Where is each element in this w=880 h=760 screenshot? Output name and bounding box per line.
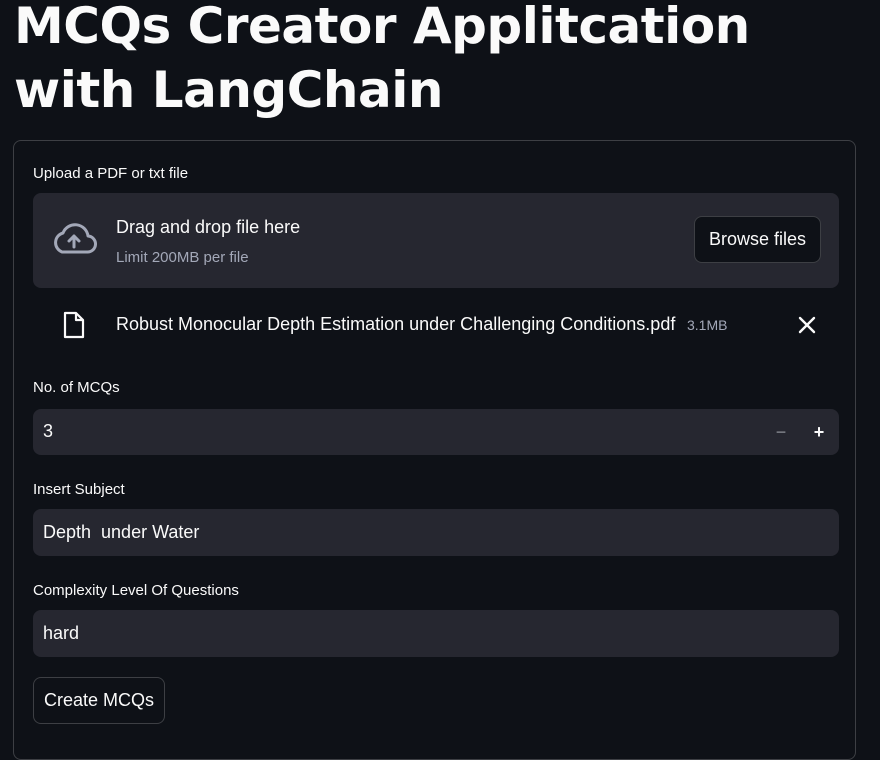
complexity-value[interactable]: hard: [43, 623, 79, 644]
page-title: MCQs Creator Applitcation with LangChain: [14, 0, 750, 119]
uploaded-file-row: Robust Monocular Depth Estimation under …: [33, 307, 839, 343]
increment-button[interactable]: +: [800, 409, 838, 455]
dropzone-instruction: Drag and drop file here: [116, 217, 301, 237]
dropzone-limit: Limit 200MB per file: [116, 249, 249, 266]
browse-files-button[interactable]: Browse files: [694, 216, 821, 263]
file-dropzone[interactable]: Drag and drop file here Limit 200MB per …: [33, 193, 839, 288]
uploaded-file-name: Robust Monocular Depth Estimation under …: [116, 314, 676, 334]
mcq-count-input[interactable]: 3 − +: [33, 409, 839, 455]
close-icon[interactable]: [795, 313, 819, 337]
subject-input[interactable]: Depth under Water: [33, 509, 839, 556]
mcq-count-label: No. of MCQs: [33, 379, 120, 396]
mcq-form: Upload a PDF or txt file Drag and drop f…: [13, 140, 856, 760]
mcq-count-value[interactable]: 3: [43, 421, 53, 442]
create-mcqs-button[interactable]: Create MCQs: [33, 677, 165, 724]
upload-label: Upload a PDF or txt file: [33, 165, 189, 182]
decrement-button[interactable]: −: [762, 409, 800, 455]
complexity-input[interactable]: hard: [33, 610, 839, 657]
file-icon: [63, 311, 85, 339]
cloud-upload-icon: [54, 223, 97, 254]
complexity-label: Complexity Level Of Questions: [33, 582, 239, 599]
uploaded-file-size: 3.1MB: [687, 317, 728, 333]
subject-label: Insert Subject: [33, 481, 125, 498]
subject-value[interactable]: Depth under Water: [43, 522, 199, 543]
